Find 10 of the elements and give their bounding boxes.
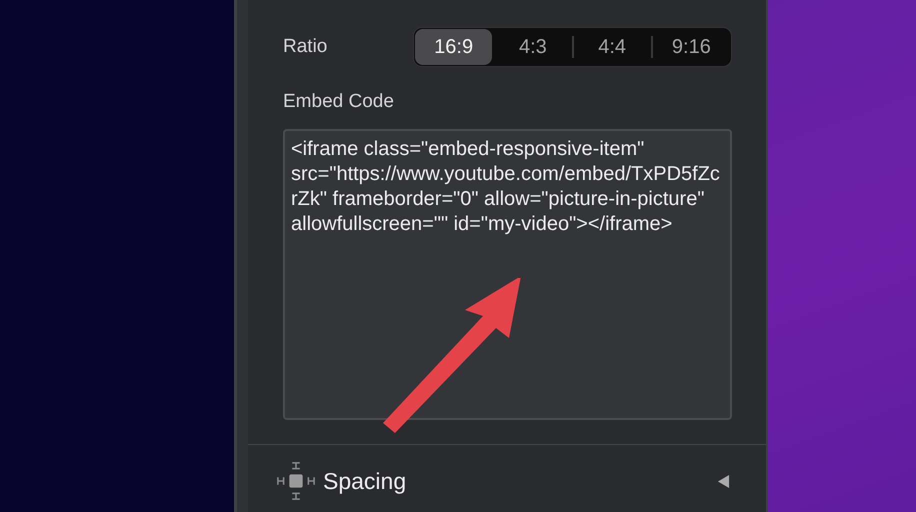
embed-code-label: Embed Code xyxy=(283,91,395,113)
collapse-caret-icon[interactable] xyxy=(717,474,730,488)
spacing-icon xyxy=(276,461,316,501)
ratio-option[interactable]: 4:3 xyxy=(494,29,572,65)
embed-code-field[interactable]: <iframe class="embed-responsive-item" src="https://www.youtube.com/embed/TxPD5fZcrZk" frameborder="0" allow="picture-in-picture" allowfullscreen="" id="my-video"></iframe> xyxy=(283,129,732,420)
ratio-label: Ratio xyxy=(283,36,328,58)
ratio-option[interactable]: 9:16 xyxy=(652,29,730,65)
spacing-label: Spacing xyxy=(323,468,408,494)
ratio-option[interactable]: 16:9 xyxy=(415,29,492,65)
ratio-option[interactable]: 4:4 xyxy=(574,29,651,65)
